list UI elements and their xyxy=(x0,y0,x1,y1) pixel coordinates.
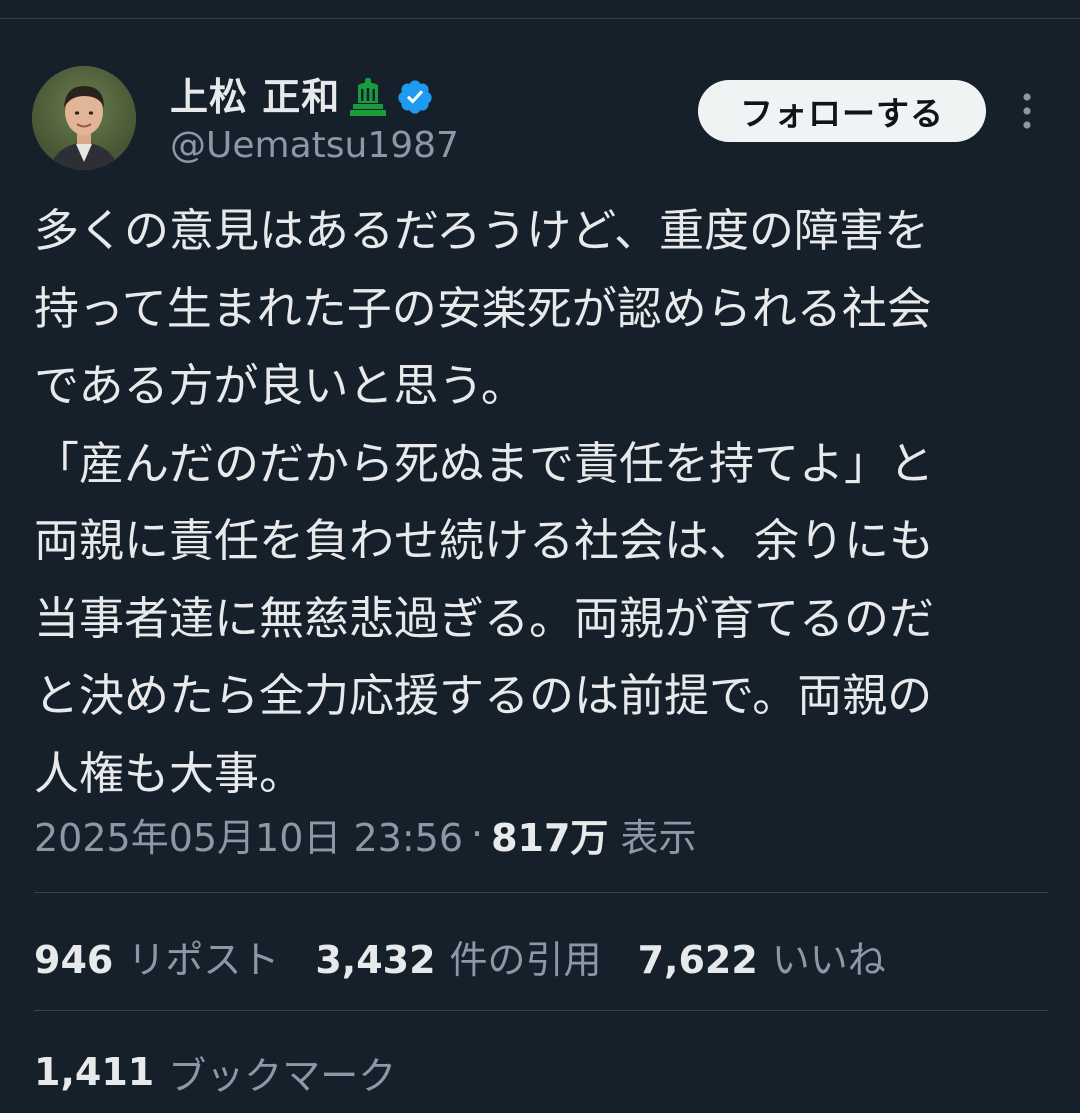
reposts-label: リポスト xyxy=(127,937,280,982)
views-count: 817万 xyxy=(491,815,609,860)
engagement-stats: 946 リポスト 3,432 件の引用 7,622 いいね xyxy=(34,926,922,986)
avatar-image xyxy=(32,66,136,170)
tweet-detail: 上松 正和 @Uematsu1987 フォローする 多くの意見はあるだろうけど、… xyxy=(0,18,1080,1113)
meta-separator: · xyxy=(471,812,484,856)
likes-stat[interactable]: 7,622 いいね xyxy=(638,929,886,984)
tweet-text-line: 当事者達に無慈悲過ぎる。両親が育てるのだ xyxy=(34,591,935,645)
author-handle[interactable]: @Uematsu1987 xyxy=(170,124,459,168)
tweet-text: 多くの意見はあるだろうけど、重度の障害を 持って生まれた子の安楽死が認められる社… xyxy=(34,192,1044,812)
quotes-stat[interactable]: 3,432 件の引用 xyxy=(315,929,601,984)
bookmarks-count: 1,411 xyxy=(34,1050,155,1094)
verified-badge-icon xyxy=(396,78,434,116)
bookmarks-stat[interactable]: 1,411 ブックマーク xyxy=(34,1042,396,1102)
views-label: 表示 xyxy=(620,815,697,860)
reposts-count: 946 xyxy=(34,937,114,982)
author-name-row: 上松 正和 xyxy=(170,74,434,120)
divider xyxy=(34,1010,1048,1011)
avatar[interactable] xyxy=(32,66,136,170)
tweet-text-line: 「産んだのだから死ぬまで責任を持てよ」と xyxy=(34,436,935,490)
tweet-text-line: 両親に責任を負わせ続ける社会は、余りにも xyxy=(34,514,935,567)
quotes-label: 件の引用 xyxy=(449,937,602,982)
tweet-text-line: である方が良いと思う。 xyxy=(34,359,526,412)
reposts-stat[interactable]: 946 リポスト xyxy=(34,929,279,984)
tweet-text-line: 人権も大事。 xyxy=(34,746,305,800)
likes-count: 7,622 xyxy=(637,937,758,982)
tweet-meta: 2025年05月10日 23:56 · 817万 表示 xyxy=(34,802,696,866)
bookmarks-label: ブックマーク xyxy=(168,1053,397,1098)
tweet-text-line: 多くの意見はあるだろうけど、重度の障害を xyxy=(34,204,930,257)
tweet-text-line: と決めたら全力応援するのは前提で。両親の xyxy=(34,669,933,722)
divider xyxy=(34,892,1048,893)
likes-label: いいね xyxy=(771,937,886,982)
more-vertical-icon[interactable] xyxy=(1008,90,1046,132)
top-divider xyxy=(0,0,1080,19)
tweet-text-line: 持って生まれた子の安楽死が認められる社会 xyxy=(34,281,932,335)
party-emblem-icon xyxy=(350,77,387,117)
quotes-count: 3,432 xyxy=(315,937,436,982)
follow-button[interactable]: フォローする xyxy=(698,80,986,142)
author-display-name[interactable]: 上松 正和 xyxy=(170,74,340,120)
tweet-timestamp[interactable]: 2025年05月10日 23:56 xyxy=(34,807,463,862)
